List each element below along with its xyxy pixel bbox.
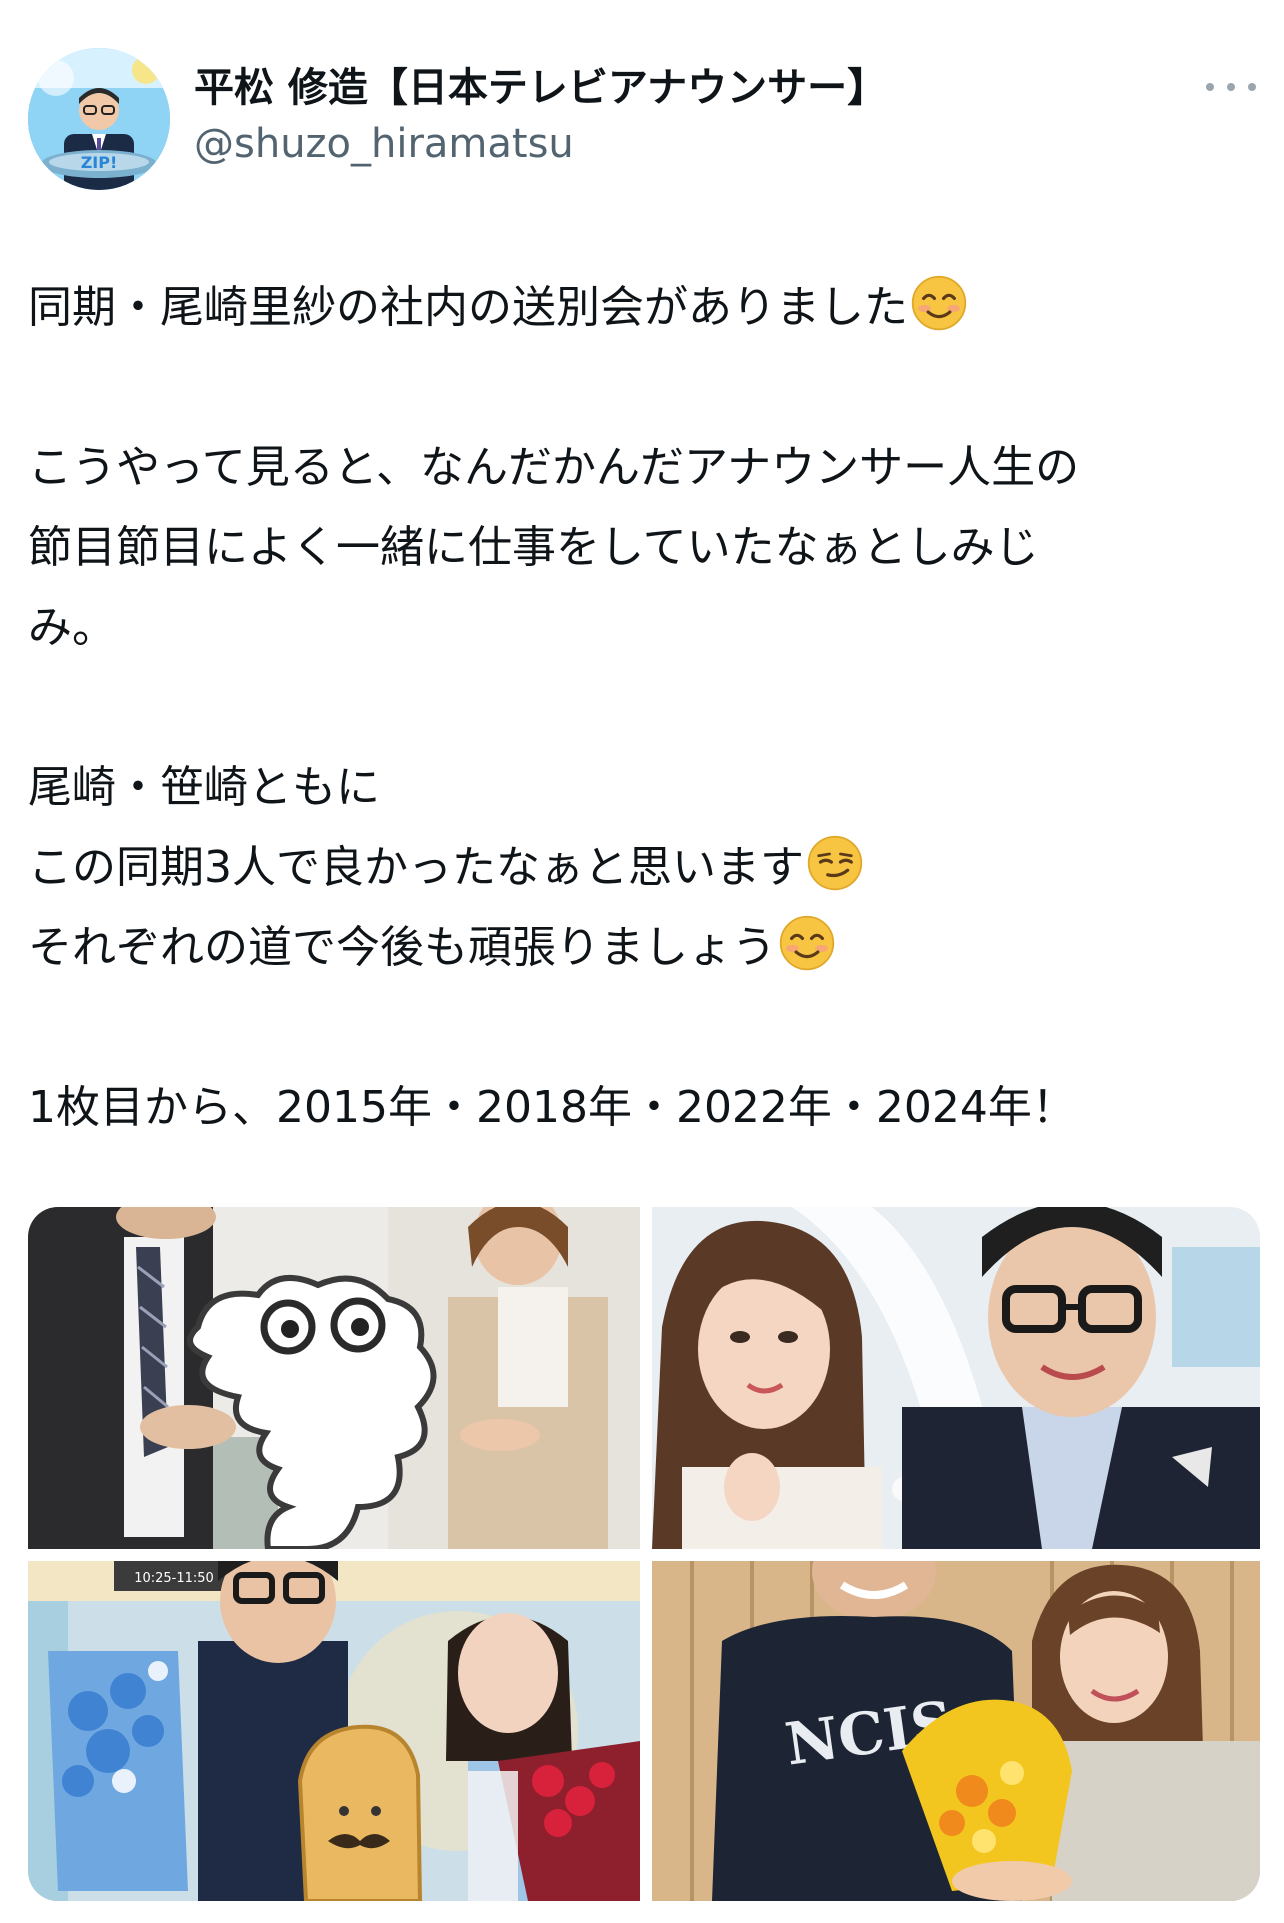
author-handle[interactable]: @shuzo_hiramatsu [194,118,887,170]
tweet-line: この同期3人で良かったなぁと思います [28,828,1256,908]
author-display-name[interactable]: 平松 修造【日本テレビアナウンサー】 [194,62,887,114]
tweet-line: こうやって見ると、なんだかんだアナウンサー人生の [28,442,1080,493]
tweet-header: ZIP! 平松 修造【日本テレビアナウンサー】 @shuzo_hiramatsu [28,48,1256,192]
tweet-line: 節目節目によく一緒に仕事をしていたなぁとしみじ [28,522,1039,573]
tweet-line: 1枚目から、2015年・2018年・2022年・2024年！ [28,1082,1076,1133]
photo-4[interactable]: NCIS [652,1561,1260,1901]
clock-text: 10:25-11:50 [134,1571,214,1586]
tweet-line-text: それぞれの道で今後も頑張りましょう [28,922,776,973]
author-avatar[interactable]: ZIP! [28,48,170,190]
media-grid: 10:25-11:50 NCIS [28,1207,1260,1901]
tweet-text: 同期・尾崎里紗の社内の送別会がありました こうやって見ると、なんだかんだアナウン… [28,268,1256,1148]
smirking-face-icon [807,835,863,891]
tweet-line: 尾崎・笹崎ともに [28,762,380,813]
svg-text:ZIP!: ZIP! [81,153,118,172]
smiling-face-icon [911,275,967,331]
more-options-icon[interactable] [1206,72,1256,102]
dot [1227,83,1235,91]
photo-2-image [652,1207,1260,1549]
dot [1206,83,1214,91]
photo-3[interactable]: 10:25-11:50 [28,1561,640,1901]
photo-1[interactable] [28,1207,640,1549]
photo-4-image: NCIS [652,1561,1260,1901]
photo-3-image: 10:25-11:50 [28,1561,640,1901]
photo-1-image [28,1207,640,1549]
tweet-line-text: この同期3人で良かったなぁと思います [28,842,804,893]
dot [1248,83,1256,91]
photo-2[interactable] [652,1207,1260,1549]
avatar-image: ZIP! [28,48,170,190]
smiling-face-icon [779,915,835,971]
tweet-line-text: 同期・尾崎里紗の社内の送別会がありました [28,282,908,333]
tweet-line: み。 [28,602,116,653]
tweet-line: それぞれの道で今後も頑張りましょう [28,908,1256,988]
tweet-line: 同期・尾崎里紗の社内の送別会がありました [28,268,1256,348]
